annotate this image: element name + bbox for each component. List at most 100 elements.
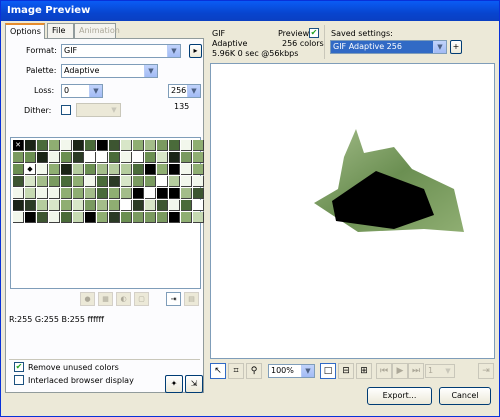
color-swatch[interactable] — [73, 152, 84, 163]
color-swatch[interactable] — [145, 188, 156, 199]
tab-file[interactable]: File — [47, 23, 74, 38]
color-swatch[interactable] — [157, 152, 168, 163]
color-swatch[interactable] — [49, 152, 60, 163]
color-swatch[interactable] — [133, 140, 144, 151]
color-swatch[interactable] — [37, 212, 48, 223]
color-swatch[interactable] — [13, 152, 24, 163]
color-swatch[interactable] — [49, 176, 60, 187]
color-swatch[interactable] — [73, 212, 84, 223]
split-2-view-icon[interactable]: ⊟ — [338, 363, 354, 379]
color-swatch[interactable] — [145, 212, 156, 223]
color-swatch[interactable] — [13, 212, 24, 223]
zoom-tool-icon[interactable]: ⚲ — [246, 363, 262, 379]
color-swatch[interactable]: ◆ — [25, 164, 36, 175]
split-4-view-icon[interactable]: ⊞ — [356, 363, 372, 379]
color-swatch[interactable] — [109, 200, 120, 211]
color-swatch[interactable] — [181, 164, 192, 175]
color-swatch[interactable] — [121, 152, 132, 163]
color-swatch[interactable] — [193, 152, 204, 163]
color-swatch[interactable] — [73, 140, 84, 151]
color-swatch[interactable] — [97, 188, 108, 199]
color-swatch[interactable] — [193, 140, 204, 151]
dither-checkbox[interactable] — [61, 105, 71, 115]
color-swatch[interactable] — [85, 212, 96, 223]
color-swatch[interactable] — [25, 188, 36, 199]
optimize-wand-button[interactable]: ✦ — [165, 375, 183, 393]
color-swatch[interactable] — [157, 176, 168, 187]
color-swatch[interactable] — [25, 176, 36, 187]
color-swatch[interactable] — [49, 200, 60, 211]
color-swatch[interactable] — [193, 200, 204, 211]
color-swatch[interactable] — [121, 176, 132, 187]
color-swatch[interactable] — [169, 164, 180, 175]
color-swatch[interactable] — [73, 176, 84, 187]
color-swatch[interactable] — [181, 212, 192, 223]
color-swatch[interactable] — [61, 200, 72, 211]
color-swatch[interactable] — [121, 140, 132, 151]
color-swatch[interactable] — [121, 188, 132, 199]
color-swatch[interactable] — [61, 188, 72, 199]
color-swatch[interactable] — [85, 188, 96, 199]
color-swatch[interactable] — [181, 140, 192, 151]
color-swatch[interactable] — [85, 140, 96, 151]
color-swatch[interactable] — [169, 176, 180, 187]
color-swatch[interactable] — [133, 212, 144, 223]
color-swatch[interactable] — [85, 152, 96, 163]
color-swatch[interactable] — [61, 140, 72, 151]
color-swatch[interactable] — [121, 200, 132, 211]
color-swatch[interactable] — [97, 212, 108, 223]
color-swatch[interactable] — [193, 176, 204, 187]
color-swatch[interactable] — [109, 188, 120, 199]
color-swatch[interactable] — [145, 140, 156, 151]
color-swatch[interactable] — [85, 200, 96, 211]
color-swatch[interactable] — [193, 212, 204, 223]
color-swatch[interactable] — [97, 176, 108, 187]
pointer-tool-icon[interactable]: ↖ — [210, 363, 226, 379]
color-swatch[interactable] — [97, 200, 108, 211]
export-button[interactable]: Export... — [367, 387, 432, 405]
color-swatch[interactable] — [121, 164, 132, 175]
color-swatch[interactable] — [73, 200, 84, 211]
single-view-icon[interactable]: □ — [320, 363, 336, 379]
color-swatch[interactable] — [169, 140, 180, 151]
color-swatch[interactable] — [109, 164, 120, 175]
add-color-icon[interactable]: ⇥ — [166, 292, 181, 306]
color-swatch[interactable] — [25, 152, 36, 163]
color-swatch[interactable] — [109, 212, 120, 223]
color-swatch[interactable] — [49, 164, 60, 175]
color-swatch[interactable] — [37, 152, 48, 163]
color-swatch[interactable]: ✕ — [13, 140, 24, 151]
color-swatch[interactable] — [169, 152, 180, 163]
color-swatch[interactable] — [13, 176, 24, 187]
color-swatch[interactable] — [133, 164, 144, 175]
color-swatch[interactable] — [61, 164, 72, 175]
remove-unused-checkbox[interactable]: ✔ — [14, 362, 24, 372]
cancel-button[interactable]: Cancel — [439, 387, 491, 405]
color-swatch[interactable] — [157, 140, 168, 151]
color-swatch[interactable] — [109, 176, 120, 187]
color-swatch[interactable] — [37, 164, 48, 175]
color-swatch[interactable] — [97, 164, 108, 175]
format-options-menu-button[interactable]: ▸ — [189, 44, 202, 58]
color-swatch[interactable] — [133, 152, 144, 163]
color-swatch[interactable] — [157, 164, 168, 175]
color-swatch[interactable] — [49, 212, 60, 223]
color-swatch[interactable] — [13, 164, 24, 175]
color-swatch[interactable] — [73, 164, 84, 175]
color-swatch[interactable] — [193, 188, 204, 199]
color-swatch[interactable] — [169, 188, 180, 199]
color-swatch[interactable] — [169, 200, 180, 211]
color-swatch[interactable] — [145, 152, 156, 163]
color-swatch[interactable] — [25, 140, 36, 151]
colors-select[interactable]: 256 ▼ — [168, 84, 201, 98]
color-swatch[interactable] — [181, 176, 192, 187]
color-swatch[interactable] — [25, 212, 36, 223]
crop-tool-icon[interactable]: ⌗ — [228, 363, 244, 379]
color-swatch[interactable] — [109, 152, 120, 163]
zoom-select[interactable]: 100% ▼ — [268, 364, 315, 378]
loss-select[interactable]: 0 ▼ — [61, 84, 103, 98]
preview-canvas[interactable] — [210, 63, 495, 359]
color-swatch[interactable] — [37, 176, 48, 187]
color-swatch[interactable] — [37, 200, 48, 211]
color-swatch[interactable] — [181, 152, 192, 163]
